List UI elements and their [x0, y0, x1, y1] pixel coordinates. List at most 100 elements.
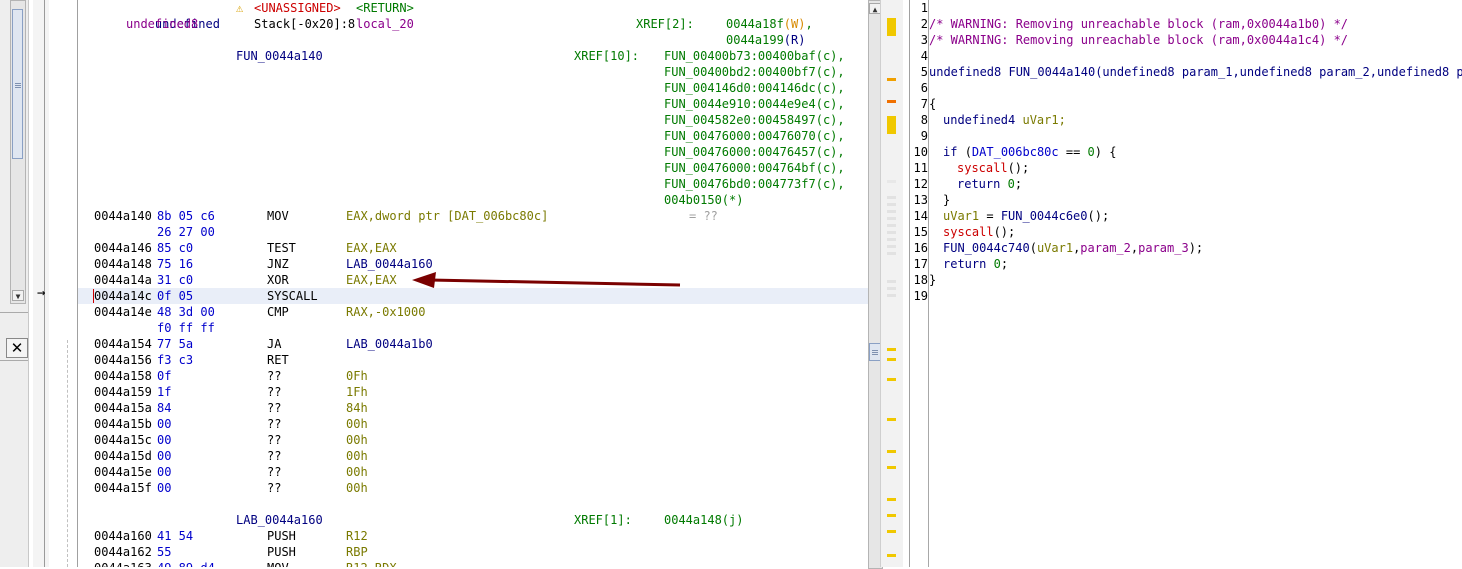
xref10-text: XREF[10]:	[574, 49, 640, 63]
instruction-address[interactable]: 0044a15c	[94, 432, 152, 448]
instruction-address[interactable]: 0044a158	[94, 368, 152, 384]
syscall-call[interactable]: syscall	[957, 161, 1008, 175]
instruction-mnemonic[interactable]: RET	[267, 352, 289, 368]
instruction-address[interactable]: 0044a14c	[94, 288, 152, 304]
instruction-operands[interactable]: 84h	[346, 400, 368, 416]
syscall-line: syscall();	[943, 224, 1015, 240]
xref-link[interactable]: FUN_00476000:004764bf(c),	[664, 160, 845, 176]
instruction-operands[interactable]: EAX,EAX	[346, 240, 397, 256]
margin-gutter: →	[33, 0, 49, 567]
instruction-mnemonic[interactable]: PUSH	[267, 544, 296, 560]
syscall-call[interactable]: syscall	[943, 225, 994, 239]
overview-margin[interactable]	[880, 0, 903, 567]
instruction-mnemonic[interactable]: JA	[267, 336, 281, 352]
xref-link[interactable]: FUN_00400bd2:00400bf7(c),	[664, 64, 845, 80]
instruction-mnemonic[interactable]: MOV	[267, 560, 289, 567]
instruction-address[interactable]: 0044a14e	[94, 304, 152, 320]
instruction-address[interactable]: 0044a15f	[94, 480, 152, 496]
param[interactable]: param_2	[1080, 241, 1131, 255]
function-label[interactable]: FUN_0044a140	[236, 48, 323, 64]
xref-link[interactable]: FUN_004146d0:004146dc(c),	[664, 80, 845, 96]
instruction-address[interactable]: 0044a140	[94, 208, 152, 224]
instruction-address[interactable]: 0044a163	[94, 560, 152, 567]
xref-link[interactable]: 0044a18f(W),	[726, 16, 813, 32]
xref-link[interactable]: 0044a199(R)	[726, 32, 805, 48]
instruction-address[interactable]: 0044a14a	[94, 272, 152, 288]
xref-link[interactable]: FUN_00476bd0:004773f7(c),	[664, 176, 845, 192]
instruction-mnemonic[interactable]: ??	[267, 432, 281, 448]
decl-var[interactable]: uVar1;	[1022, 113, 1065, 127]
global-var[interactable]: DAT_006bc80c	[972, 145, 1059, 159]
local-var[interactable]: uVar1	[943, 209, 979, 223]
line-number: 15	[913, 225, 928, 239]
call-tail: ();	[1087, 209, 1110, 223]
scroll-down-icon[interactable]: ▼	[12, 290, 24, 301]
instruction-mnemonic[interactable]: TEST	[267, 240, 296, 256]
function-call[interactable]: FUN_0044c6e0	[1001, 209, 1088, 223]
decompiler-view[interactable]: 1 2 3 4 5 6 7 8 9 10 11 12 13 14 15 16 17 18 19 /* WARNING…	[909, 0, 1462, 567]
instruction-operands[interactable]: 00h	[346, 480, 368, 496]
instruction-address[interactable]: 0044a162	[94, 544, 152, 560]
instruction-bytes: 31 c0	[157, 273, 194, 287]
close-button[interactable]: ✕	[6, 338, 28, 358]
instruction-mnemonic[interactable]: CMP	[267, 304, 289, 320]
instruction-operands[interactable]: R12	[346, 528, 368, 544]
line-number: 19	[913, 289, 928, 303]
instruction-bytes: 75 16	[157, 257, 194, 271]
xref-link[interactable]: FUN_0044e910:0044e9e4(c),	[664, 96, 845, 112]
instruction-mnemonic[interactable]: ??	[267, 368, 281, 384]
instruction-bytes: 0f 05	[157, 289, 194, 303]
instruction-address[interactable]: 0044a15e	[94, 464, 152, 480]
instruction-mnemonic[interactable]: ??	[267, 400, 281, 416]
instruction-mnemonic[interactable]: ??	[267, 384, 281, 400]
instruction-address[interactable]: 0044a156	[94, 352, 152, 368]
param[interactable]: param_3	[1138, 241, 1189, 255]
instruction-operands[interactable]: 0Fh	[346, 368, 368, 384]
overview-marker	[887, 378, 896, 381]
instruction-address[interactable]: 0044a148	[94, 256, 152, 272]
xref-link[interactable]: FUN_00400b73:00400baf(c),	[664, 48, 845, 64]
instruction-operands[interactable]: RAX,-0x1000	[346, 304, 425, 320]
instruction-address[interactable]: 0044a160	[94, 528, 152, 544]
instruction-operands[interactable]: EAX,dword ptr [DAT_006bc80c]	[346, 208, 548, 224]
instruction-operands[interactable]: 1Fh	[346, 384, 368, 400]
instruction-address[interactable]: 0044a15a	[94, 400, 152, 416]
sig-function-name[interactable]: FUN_0044a140	[1008, 65, 1095, 79]
instruction-mnemonic[interactable]: XOR	[267, 272, 289, 288]
xref-link[interactable]: FUN_00476000:00476070(c),	[664, 128, 845, 144]
line-number: 3	[920, 33, 928, 47]
instruction-operands[interactable]: 00h	[346, 432, 368, 448]
instruction-mnemonic[interactable]: ??	[267, 416, 281, 432]
xref-label: XREF[2]:	[636, 16, 694, 32]
instruction-address[interactable]: 0044a159	[94, 384, 152, 400]
sig-return-type: undefined8	[929, 65, 1002, 79]
left-panel-scrollbar[interactable]: ▼	[10, 0, 26, 304]
instruction-mnemonic[interactable]: MOV	[267, 208, 289, 224]
xref-link[interactable]: 004b0150(*)	[664, 192, 743, 208]
instruction-operands[interactable]: RBP	[346, 544, 368, 560]
listing-view[interactable]: undefined ⚠ <UNASSIGNED> <RETURN> undefi…	[77, 0, 870, 567]
instruction-address[interactable]: 0044a146	[94, 240, 152, 256]
instruction-operands[interactable]: EAX,EAX	[346, 272, 397, 288]
instruction-mnemonic[interactable]: ??	[267, 448, 281, 464]
instruction-mnemonic[interactable]: SYSCALL	[267, 288, 318, 304]
instruction-operands[interactable]: 00h	[346, 464, 368, 480]
instruction-address[interactable]: 0044a15b	[94, 416, 152, 432]
function-call[interactable]: FUN_0044c740	[943, 241, 1030, 255]
local-var[interactable]: uVar1	[1037, 241, 1073, 255]
instruction-mnemonic[interactable]: ??	[267, 464, 281, 480]
label-lab-0044a160[interactable]: LAB_0044a160	[236, 512, 323, 528]
instruction-address[interactable]: 0044a154	[94, 336, 152, 352]
instruction-operands[interactable]: 00h	[346, 448, 368, 464]
instruction-mnemonic[interactable]: PUSH	[267, 528, 296, 544]
instruction-address[interactable]: 0044a15d	[94, 448, 152, 464]
scroll-thumb[interactable]	[12, 9, 23, 159]
instruction-operands[interactable]: R12,RDX	[346, 560, 397, 567]
instruction-mnemonic[interactable]: ??	[267, 480, 281, 496]
xref-link[interactable]: 0044a148(j)	[664, 512, 743, 528]
instruction-operands[interactable]: LAB_0044a1b0	[346, 336, 433, 352]
xref-link[interactable]: FUN_004582e0:00458497(c),	[664, 112, 845, 128]
xref-link[interactable]: FUN_00476000:00476457(c),	[664, 144, 845, 160]
instruction-operands[interactable]: 00h	[346, 416, 368, 432]
instruction-mnemonic[interactable]: JNZ	[267, 256, 289, 272]
